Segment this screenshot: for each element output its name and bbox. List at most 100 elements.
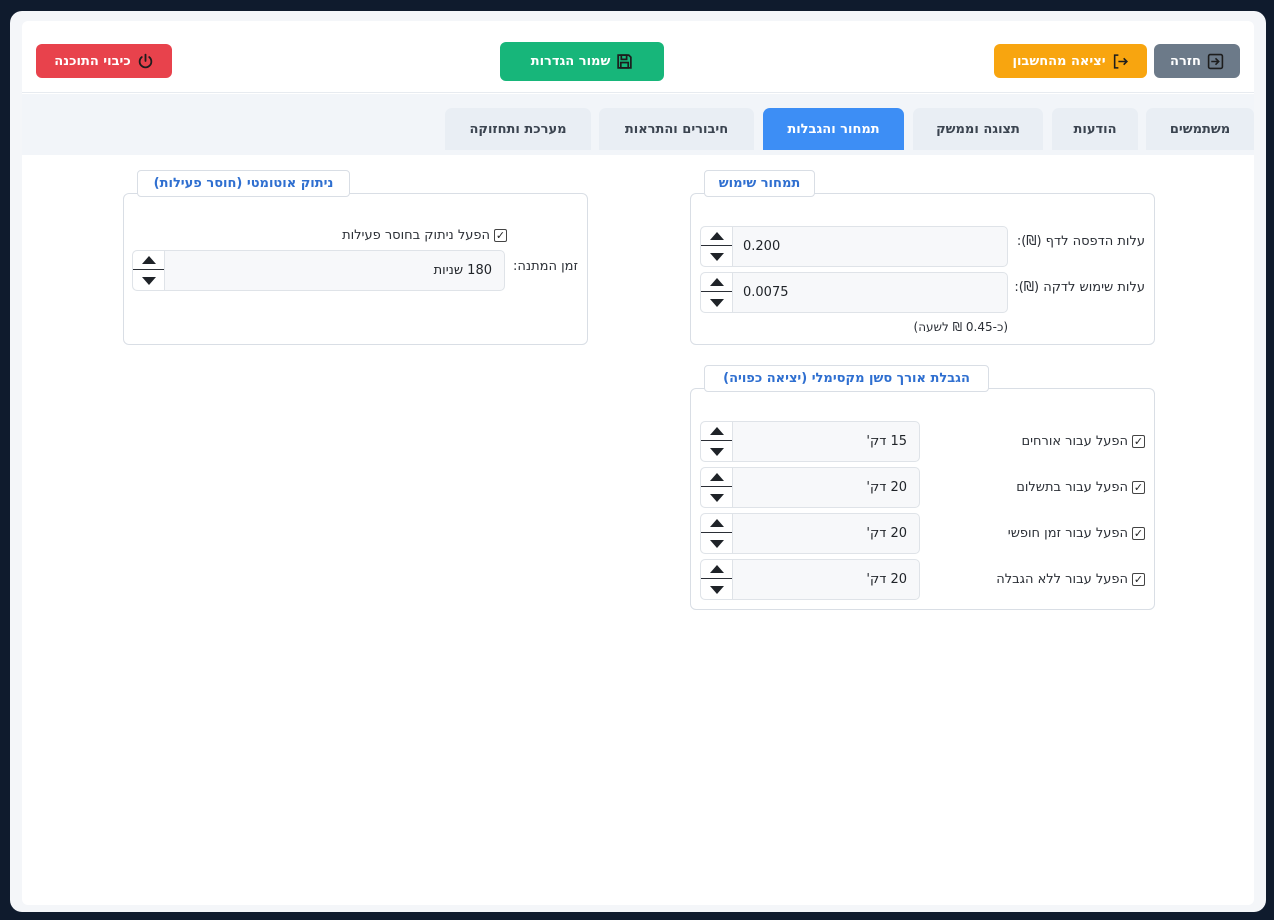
checkbox[interactable]: ✓ (1132, 527, 1145, 540)
session-limit-group: 15 דק' ✓ הפעל עבור אורחים 20 דק' ✓ הפעל … (690, 388, 1155, 610)
power-icon (138, 53, 152, 68)
session-stepper-unlimited[interactable]: 20 דק' (700, 559, 920, 600)
wait-time-label: זמן המתנה: (513, 259, 578, 274)
tab-bar: משתמשים הודעות תצוגה וממשק תמחור והגבלות… (22, 94, 1254, 155)
save-label: שמור הגדרות (530, 54, 611, 69)
session-stepper-paid[interactable]: 20 דק' (700, 467, 920, 508)
session-stepper-guests[interactable]: 15 דק' (700, 421, 920, 462)
stepper-arrows (701, 227, 733, 266)
tab-messages[interactable]: הודעות (1052, 108, 1138, 150)
caret-down-icon (709, 493, 724, 502)
session-limit-legend: הגבלת אורך סשן מקסימלי (יציאה כפויה) (704, 365, 989, 392)
stepper-arrows (701, 560, 733, 599)
tab-connections[interactable]: חיבורים והתראות (599, 108, 754, 150)
session-value[interactable]: 20 דק' (866, 560, 907, 599)
increment-button[interactable] (701, 560, 732, 579)
back-button[interactable]: חזרה (1154, 44, 1240, 78)
logout-label: יציאה מהחשבון (1012, 53, 1106, 69)
save-settings-button[interactable]: שמור הגדרות (500, 42, 664, 81)
minute-cost-label: עלות שימוש לדקה (₪): (1014, 280, 1145, 295)
shutdown-label: כיבוי התוכנה (54, 53, 131, 69)
session-value[interactable]: 20 דק' (866, 514, 907, 553)
stepper-arrows (701, 273, 733, 312)
caret-up-icon (141, 256, 156, 264)
minute-cost-value[interactable]: 0.0075 (743, 273, 789, 312)
hourly-cost-note: (כ-0.45 ₪ לשעה) (913, 320, 1008, 334)
box-arrow-right-icon (1113, 53, 1128, 69)
caret-up-icon (709, 427, 724, 435)
pricing-group: 0.200 עלות הדפסה לדף (₪): 0.0075 עלות שי… (690, 193, 1155, 345)
checkbox[interactable]: ✓ (494, 229, 507, 242)
caret-up-icon (709, 565, 724, 573)
shutdown-button[interactable]: כיבוי התוכנה (36, 44, 172, 78)
session-check-paid[interactable]: ✓ הפעל עבור בתשלום (1016, 480, 1145, 495)
print-cost-label: עלות הדפסה לדף (₪): (1016, 234, 1145, 249)
floppy-disk-icon (617, 54, 633, 69)
increment-button[interactable] (701, 422, 732, 441)
legend-text: הגבלת אורך סשן מקסימלי (יציאה כפויה) (723, 371, 970, 386)
print-cost-stepper[interactable]: 0.200 (700, 226, 1008, 267)
caret-down-icon (709, 447, 724, 456)
stepper-arrows (701, 422, 733, 461)
increment-button[interactable] (701, 468, 732, 487)
auto-logout-check[interactable]: ✓ הפעל ניתוק בחוסר פעילות (342, 228, 507, 243)
minute-cost-stepper[interactable]: 0.0075 (700, 272, 1008, 313)
print-cost-value[interactable]: 0.200 (743, 227, 780, 266)
session-check-free[interactable]: ✓ הפעל עבור זמן חופשי (1008, 526, 1145, 541)
checkbox-label: הפעל עבור אורחים (1021, 434, 1128, 449)
stepper-arrows (701, 514, 733, 553)
toolbar: חזרה יציאה מהחשבון שמור הגדרות כיבוי התו… (22, 21, 1254, 93)
tab-label: חיבורים והתראות (624, 121, 729, 137)
settings-page: חזרה יציאה מהחשבון שמור הגדרות כיבוי התו… (22, 21, 1254, 905)
caret-up-icon (709, 278, 724, 286)
decrement-button[interactable] (701, 534, 732, 553)
stepper-arrows (701, 468, 733, 507)
caret-up-icon (709, 232, 724, 240)
pricing-legend: תמחור שימוש (704, 170, 815, 197)
tab-label: משתמשים (1169, 121, 1231, 137)
session-value[interactable]: 15 דק' (866, 422, 907, 461)
wait-time-stepper[interactable]: 180 שניות (132, 250, 505, 291)
box-arrow-in-icon (1207, 53, 1224, 69)
tab-users[interactable]: משתמשים (1146, 108, 1254, 150)
increment-button[interactable] (701, 227, 732, 246)
increment-button[interactable] (701, 514, 732, 533)
decrement-button[interactable] (133, 271, 164, 290)
decrement-button[interactable] (701, 488, 732, 507)
decrement-button[interactable] (701, 442, 732, 461)
caret-down-icon (709, 585, 724, 594)
wait-time-value[interactable]: 180 שניות (434, 251, 492, 290)
tab-label: מערכת ותחזוקה (469, 121, 567, 137)
caret-down-icon (709, 298, 724, 307)
checkbox-label: הפעל ניתוק בחוסר פעילות (342, 228, 490, 243)
decrement-button[interactable] (701, 247, 732, 266)
stepper-arrows (133, 251, 165, 290)
tab-label: הודעות (1073, 121, 1117, 137)
caret-up-icon (709, 473, 724, 481)
session-check-guests[interactable]: ✓ הפעל עבור אורחים (1021, 434, 1145, 449)
decrement-button[interactable] (701, 580, 732, 599)
checkbox[interactable]: ✓ (1132, 573, 1145, 586)
decrement-button[interactable] (701, 293, 732, 312)
app-window: חזרה יציאה מהחשבון שמור הגדרות כיבוי התו… (10, 11, 1266, 912)
checkbox[interactable]: ✓ (1132, 481, 1145, 494)
session-value[interactable]: 20 דק' (866, 468, 907, 507)
tab-display[interactable]: תצוגה וממשק (913, 108, 1043, 150)
logout-button[interactable]: יציאה מהחשבון (994, 44, 1147, 78)
back-label: חזרה (1170, 53, 1201, 69)
session-check-unlimited[interactable]: ✓ הפעל עבור ללא הגבלה (996, 572, 1145, 587)
tab-label: תצוגה וממשק (936, 121, 1020, 137)
legend-text: ניתוק אוטומטי (חוסר פעילות) (153, 176, 334, 191)
tab-system[interactable]: מערכת ותחזוקה (445, 108, 591, 150)
increment-button[interactable] (701, 273, 732, 292)
checkbox[interactable]: ✓ (1132, 435, 1145, 448)
session-stepper-free[interactable]: 20 דק' (700, 513, 920, 554)
checkbox-label: הפעל עבור זמן חופשי (1007, 526, 1128, 541)
checkbox-label: הפעל עבור בתשלום (1016, 480, 1128, 495)
checkbox-label: הפעל עבור ללא הגבלה (996, 572, 1128, 587)
caret-down-icon (709, 252, 724, 261)
legend-text: תמחור שימוש (718, 176, 801, 191)
increment-button[interactable] (133, 251, 164, 270)
tab-pricing[interactable]: תמחור והגבלות (763, 108, 904, 150)
caret-down-icon (141, 276, 156, 285)
